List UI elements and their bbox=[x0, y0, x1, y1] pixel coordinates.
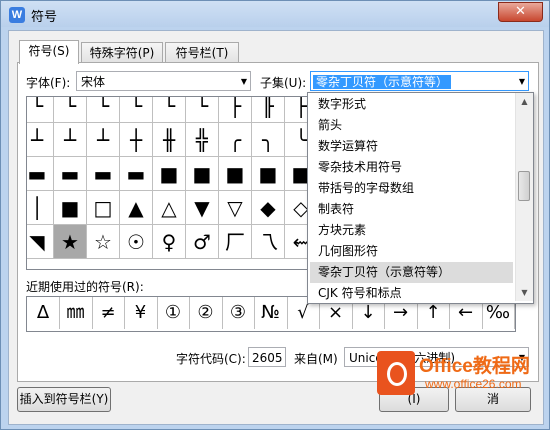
symbol-cell[interactable]: 厂 bbox=[219, 225, 252, 259]
symbol-cell[interactable]: ◥ bbox=[27, 225, 54, 259]
recent-symbol-cell[interactable]: № bbox=[255, 297, 288, 329]
recent-symbol-cell[interactable]: ① bbox=[157, 297, 190, 329]
symbol-cell[interactable]: 乁 bbox=[252, 225, 285, 259]
symbol-cell[interactable]: ■ bbox=[153, 157, 186, 191]
symbol-cell[interactable]: □ bbox=[87, 191, 120, 225]
symbol-cell[interactable]: ☆ bbox=[87, 225, 120, 259]
symbol-cell[interactable]: ■ bbox=[285, 157, 308, 191]
subset-option[interactable]: 方块元素 bbox=[310, 220, 513, 241]
subset-option[interactable]: 数学运算符 bbox=[310, 136, 513, 157]
symbol-cell[interactable]: ╭ bbox=[219, 123, 252, 157]
office-logo-icon bbox=[377, 351, 415, 395]
symbol-cell[interactable]: ♀ bbox=[153, 225, 186, 259]
scroll-down-icon[interactable]: ▼ bbox=[516, 284, 533, 301]
symbol-cell[interactable]: ┴ bbox=[27, 123, 54, 157]
subset-select-value: 零杂丁贝符（示意符等） bbox=[313, 75, 452, 89]
insert-to-symbol-bar-button[interactable]: 插入到符号栏(Y) bbox=[17, 387, 111, 412]
subset-option[interactable]: 数字形式 bbox=[310, 94, 513, 115]
symbol-cell[interactable]: ╮ bbox=[252, 123, 285, 157]
symbol-cell[interactable]: ■ bbox=[186, 157, 219, 191]
symbol-cell[interactable]: ⇜ bbox=[285, 225, 308, 259]
dropdown-scrollbar[interactable]: ▲ ▼ bbox=[515, 93, 533, 301]
tab-symbols[interactable]: 符号(S) bbox=[19, 40, 79, 64]
recent-symbol-cell[interactable]: ㎜ bbox=[60, 297, 93, 329]
symbol-cell[interactable]: ┴ bbox=[54, 123, 87, 157]
symbol-cell[interactable]: ▽ bbox=[219, 191, 252, 225]
recent-symbol-cell[interactable]: ¥ bbox=[125, 297, 158, 329]
symbol-cell[interactable]: ▼ bbox=[186, 191, 219, 225]
symbol-cell[interactable]: └ bbox=[120, 97, 153, 123]
recent-symbol-cell[interactable]: ② bbox=[190, 297, 223, 329]
scrollbar-thumb[interactable] bbox=[518, 171, 530, 201]
symbol-cell[interactable]: ■ bbox=[219, 157, 252, 191]
recent-symbol-cell[interactable]: ≠ bbox=[92, 297, 125, 329]
symbol-cell[interactable]: ╟ bbox=[252, 97, 285, 123]
symbol-cell[interactable]: └ bbox=[153, 97, 186, 123]
font-label: 字体(F): bbox=[26, 76, 71, 90]
symbol-cell[interactable]: └ bbox=[54, 97, 87, 123]
symbol-cell[interactable]: ╫ bbox=[153, 123, 186, 157]
symbol-cell[interactable]: ▬ bbox=[87, 157, 120, 191]
symbol-cell[interactable]: ▬ bbox=[54, 157, 87, 191]
recent-symbol-cell[interactable]: ③ bbox=[222, 297, 255, 329]
symbol-cell[interactable]: ▲ bbox=[120, 191, 153, 225]
wps-app-icon: W bbox=[9, 7, 25, 23]
symbol-cell[interactable]: └ bbox=[27, 97, 54, 123]
recent-symbol-cell[interactable]: Δ bbox=[27, 297, 60, 329]
subset-option[interactable]: 零杂技术用符号 bbox=[310, 157, 513, 178]
symbol-cell[interactable]: ■ bbox=[54, 191, 87, 225]
watermark: Office教程网 www.office26.com bbox=[359, 345, 543, 405]
symbol-cell[interactable]: ╰ bbox=[285, 123, 308, 157]
subset-dropdown-list: ▲ ▼ 数字形式 箭头 数学运算符 零杂技术用符号 带括号的字母数组 制表符 方块元素 几何图… bbox=[307, 92, 534, 304]
watermark-url: www.office26.com bbox=[425, 377, 522, 391]
subset-option[interactable]: 零杂丁贝符（示意符等） bbox=[310, 262, 513, 283]
from-label: 来自(M) bbox=[294, 352, 338, 366]
symbol-cell[interactable]: ▬ bbox=[120, 157, 153, 191]
scroll-up-icon[interactable]: ▲ bbox=[516, 93, 533, 110]
subset-option[interactable]: CJK 符号和标点 bbox=[310, 283, 513, 304]
close-button[interactable]: ✕ bbox=[498, 2, 543, 22]
symbol-cell[interactable]: ★ bbox=[54, 225, 87, 259]
recent-symbols-label: 近期使用过的符号(R): bbox=[26, 280, 144, 294]
symbol-cell[interactable]: ┴ bbox=[87, 123, 120, 157]
symbol-cell[interactable]: └ bbox=[186, 97, 219, 123]
symbol-cell[interactable]: ■ bbox=[252, 157, 285, 191]
char-code-label: 字符代码(C): bbox=[176, 352, 246, 366]
tab-special-characters[interactable]: 特殊字符(P) bbox=[81, 42, 163, 63]
symbol-cell[interactable]: └ bbox=[87, 97, 120, 123]
chevron-down-icon: ▼ bbox=[518, 77, 525, 86]
chevron-down-icon: ▼ bbox=[240, 77, 247, 86]
symbol-cell[interactable]: ├ bbox=[219, 97, 252, 123]
symbol-grid: └ └ └ └ └ └ ├ ╟ ├ ┴ ┴ ┴ ┼ ╫ ╬ ╭ ╮ ╰ ▬ ▬ ▬ ▬ ■ ■ ■ ■ ■ │ ■ □ ▲ △ ▼ ▽ ◆ ◇ ◥ ★ ☆ ☉… bbox=[26, 96, 309, 270]
font-select[interactable]: 宋体 ▼ bbox=[76, 71, 251, 91]
symbol-cell[interactable]: ◇ bbox=[285, 191, 308, 225]
symbol-cell[interactable]: ┼ bbox=[120, 123, 153, 157]
subset-option[interactable]: 几何图形符 bbox=[310, 241, 513, 262]
subset-label: 子集(U): bbox=[260, 76, 307, 90]
symbol-cell[interactable]: ▬ bbox=[27, 157, 54, 191]
symbol-cell[interactable]: ├ bbox=[285, 97, 308, 123]
symbol-cell[interactable]: │ bbox=[27, 191, 54, 225]
subset-select[interactable]: 零杂丁贝符（示意符等） ▼ bbox=[310, 71, 529, 91]
symbol-dialog: W 符号 ✕ 符号(S) 特殊字符(P) 符号栏(T) 字体(F): 宋体 ▼ … bbox=[0, 0, 550, 430]
tab-symbol-bar[interactable]: 符号栏(T) bbox=[165, 42, 239, 63]
window-title: 符号 bbox=[31, 10, 58, 25]
subset-option[interactable]: 制表符 bbox=[310, 199, 513, 220]
font-select-value: 宋体 bbox=[81, 75, 106, 89]
symbol-cell[interactable]: ☉ bbox=[120, 225, 153, 259]
symbol-cell[interactable]: △ bbox=[153, 191, 186, 225]
watermark-title: Office教程网 bbox=[419, 356, 530, 377]
symbol-cell[interactable]: ◆ bbox=[252, 191, 285, 225]
symbol-cell[interactable]: ♂ bbox=[186, 225, 219, 259]
symbol-cell[interactable]: ╬ bbox=[186, 123, 219, 157]
char-code-input[interactable]: 2605 bbox=[248, 347, 286, 367]
subset-option[interactable]: 箭头 bbox=[310, 115, 513, 136]
title-bar: W 符号 ✕ bbox=[1, 1, 549, 27]
subset-option[interactable]: 带括号的字母数组 bbox=[310, 178, 513, 199]
